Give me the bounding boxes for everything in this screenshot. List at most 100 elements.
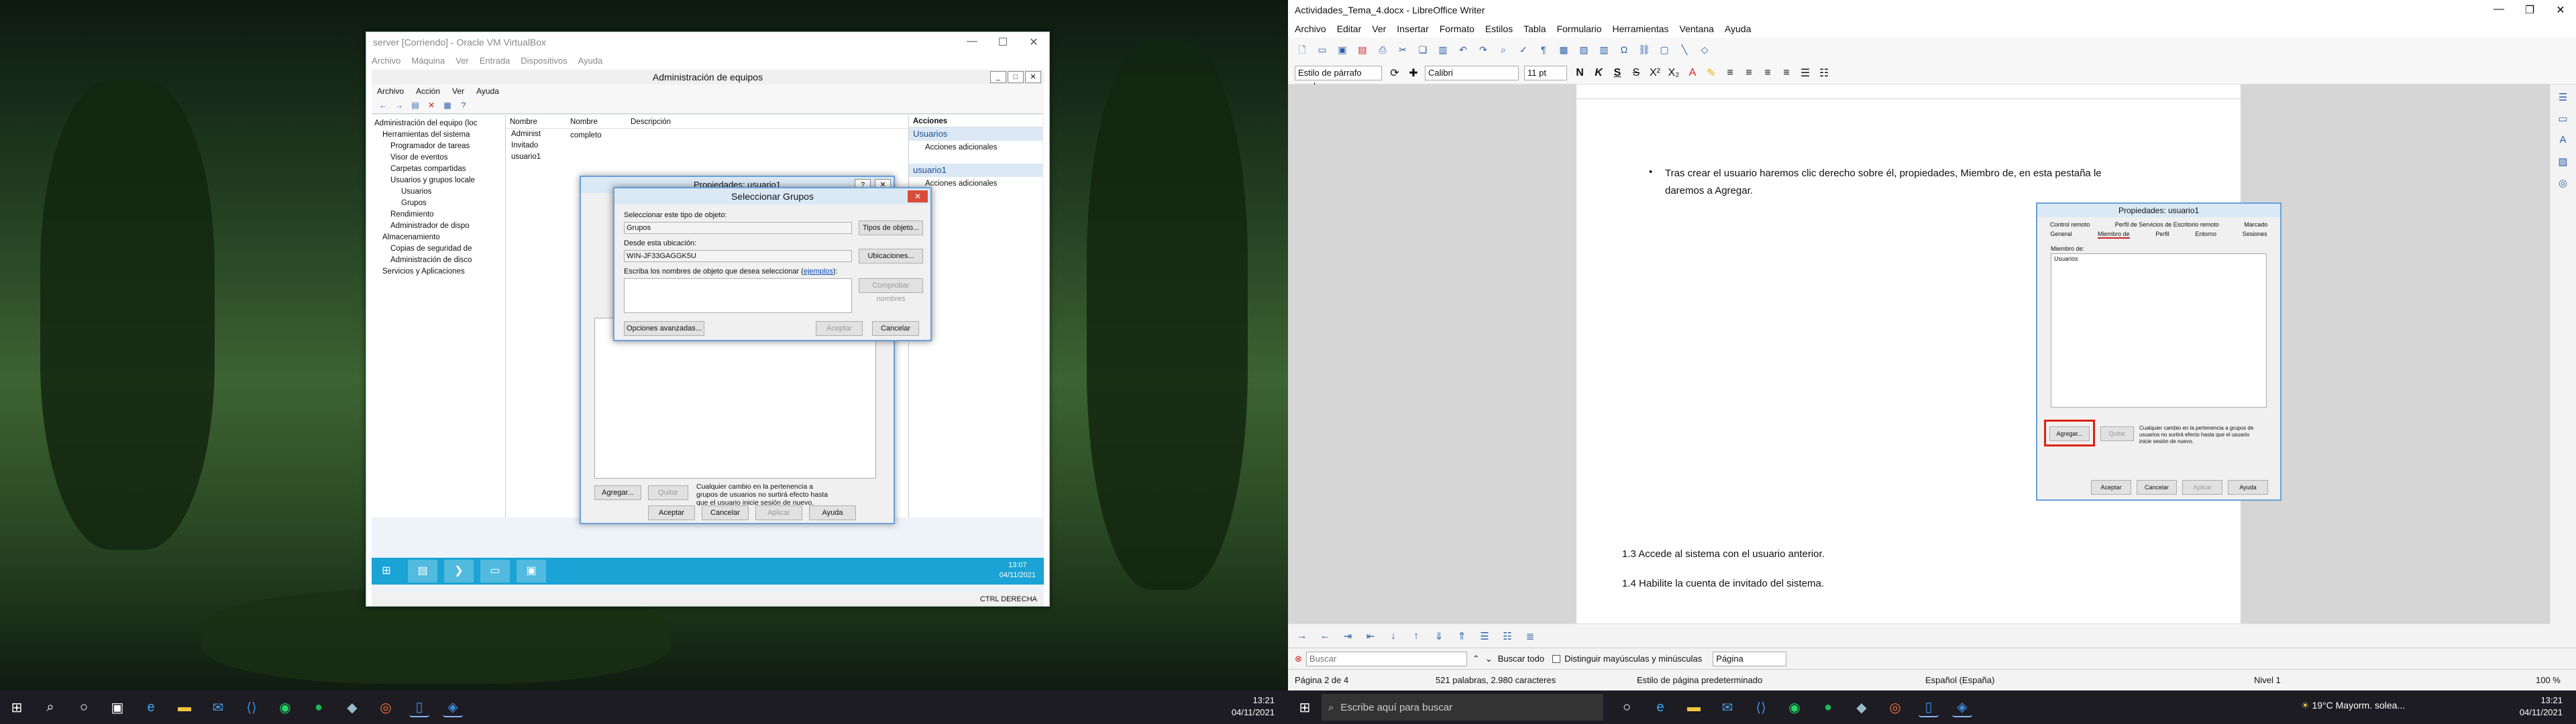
vscode-icon[interactable]: ⟨⟩ [1751,697,1771,717]
navigator-icon[interactable]: ◎ [2556,177,2571,192]
server-manager-icon[interactable]: ▤ [408,560,437,583]
windows-start-icon[interactable]: ⊞ [7,697,27,717]
member-list[interactable] [594,318,876,479]
properties-icon[interactable]: ☰ [2556,91,2571,106]
file-explorer-icon[interactable]: ▬ [174,697,195,717]
vbox-menu-ver[interactable]: Ver [455,56,469,66]
spelling-icon[interactable]: ✓ [1516,42,1531,57]
restart-numbering-icon[interactable]: ☷ [1500,630,1515,642]
align-right-icon[interactable]: ≡ [1760,67,1775,79]
tree-item[interactable]: Programador de tareas [372,141,505,152]
menu-ventana[interactable]: Ventana [1680,23,1714,34]
embedded-screenshot[interactable]: Propiedades: usuario1 Control remoto Per… [2036,202,2282,501]
mail-icon[interactable]: ✉ [208,697,228,717]
vbox-menu-dispositivos[interactable]: Dispositivos [521,56,567,66]
subscript-icon[interactable]: X₂ [1666,67,1681,79]
forward-icon[interactable]: → [393,101,405,111]
table-icon[interactable]: ▦ [1556,42,1571,57]
menu-formulario[interactable]: Formulario [1557,23,1602,34]
find-replace-icon[interactable]: ⌕ [1496,42,1511,57]
spotify-icon[interactable]: ● [1818,697,1838,717]
line-icon[interactable]: ╲ [1677,42,1692,57]
bold-icon[interactable]: N [1572,67,1587,79]
pilcrow-icon[interactable]: ¶ [1536,42,1551,57]
help-button[interactable]: Ayuda [809,505,856,520]
page-icon[interactable]: ▭ [2556,113,2571,127]
demote-icon[interactable]: → [1295,630,1309,642]
move-up-sub-icon[interactable]: ⇑ [1454,630,1469,642]
chart-icon[interactable]: ▥ [1597,42,1611,57]
virtualbox-running-icon[interactable]: ◈ [1952,697,1972,717]
redo-icon[interactable]: ↷ [1476,42,1491,57]
examples-link[interactable]: ejemplos [804,267,833,276]
actions-item[interactable]: Acciones adicionales [909,141,1042,154]
export-pdf-icon[interactable]: ▤ [1355,42,1370,57]
tree-item[interactable]: Usuarios y grupos locale [372,175,505,186]
list-item[interactable]: Administ [506,129,908,140]
insert-unnumbered-icon[interactable]: ☰ [1477,630,1492,642]
taskbar-search-box[interactable]: ⌕ Escribe aquí para buscar [1322,694,1603,721]
check-names-button[interactable]: Comprobar nombres [859,278,923,303]
add-button[interactable]: Agregar... [594,485,641,500]
zoom-level[interactable]: 100 % [2536,675,2561,685]
delete-icon[interactable]: ✕ [425,101,437,111]
tree-item[interactable]: Grupos [372,198,505,209]
restore-icon[interactable]: ❐ [2514,3,2545,17]
maximize-icon[interactable]: □ [1008,71,1024,83]
tree-item[interactable]: Visor de eventos [372,152,505,164]
font-size-combo[interactable]: 11 pt [1524,65,1567,80]
computer-management-icon[interactable]: ▣ [517,560,546,583]
powershell-icon[interactable]: ❯ [444,560,474,583]
find-scope-combo[interactable]: Página [1713,651,1787,666]
vbox-menu-ayuda[interactable]: Ayuda [578,56,603,66]
menu-editar[interactable]: Editar [1337,23,1362,34]
paste-icon[interactable]: ▥ [1436,42,1450,57]
paragraph-style-combo[interactable]: Estilo de párrafo prede [1295,65,1382,91]
new-icon[interactable]: 🗋 [1295,42,1309,57]
underline-icon[interactable]: S [1610,67,1625,79]
open-icon[interactable]: ▭ [1315,42,1330,57]
font-combo[interactable]: Calibri [1425,65,1519,80]
horizontal-ruler[interactable] [1576,84,2241,99]
link-icon[interactable]: ⛓ [1637,42,1652,57]
search-icon[interactable]: ⌕ [40,697,60,717]
virtualbox-icon[interactable]: ◆ [1851,697,1872,717]
folder-icon[interactable]: ▤ [409,101,421,111]
menu-ayuda[interactable]: Ayuda [1725,23,1751,34]
whatsapp-icon[interactable]: ◉ [275,697,295,717]
maximize-icon[interactable]: ☐ [987,36,1018,49]
shapes-icon[interactable]: ◇ [1697,42,1712,57]
apply-button[interactable]: Aplicar [755,505,802,520]
menu-formato[interactable]: Formato [1440,23,1474,34]
writer-icon[interactable]: ▯ [409,697,429,717]
match-case-checkbox[interactable] [1552,654,1561,663]
list-item[interactable]: Invitado [506,140,908,152]
mmc-menu-accion[interactable]: Acción [416,86,440,96]
ok-button[interactable]: Aceptar [816,321,863,336]
windows-start-icon[interactable]: ⊞ [372,560,401,583]
gallery-icon[interactable]: ▨ [2556,156,2571,170]
cancel-button[interactable]: Cancelar [872,321,919,336]
undo-icon[interactable]: ↶ [1456,42,1470,57]
mail-icon[interactable]: ✉ [1717,697,1737,717]
mmc-menu-ayuda[interactable]: Ayuda [476,86,499,96]
minimize-icon[interactable]: — [2483,3,2514,17]
column-header[interactable]: Nombre completo [566,115,627,139]
comment-icon[interactable]: ▢ [1657,42,1672,57]
windows-start-icon[interactable]: ⊞ [1295,697,1315,717]
align-left-icon[interactable]: ≡ [1723,67,1737,79]
tree-item[interactable]: Servicios y Aplicaciones [372,266,505,278]
numbering-icon[interactable]: ☷ [1817,66,1831,80]
strikethrough-icon[interactable]: S [1629,67,1644,79]
vbox-menu-maquina[interactable]: Máquina [411,56,445,66]
vscode-icon[interactable]: ⟨⟩ [241,697,262,717]
find-previous-icon[interactable]: ⌃ [1472,654,1480,664]
highlight-icon[interactable]: ✎ [1704,66,1719,80]
language[interactable]: Español (España) [1925,675,1994,685]
update-style-icon[interactable]: ⟳ [1387,66,1402,80]
tree-item[interactable]: Copias de seguridad de [372,243,505,255]
save-icon[interactable]: ▣ [1335,42,1350,57]
menu-ver[interactable]: Ver [1372,23,1386,34]
edge-icon[interactable]: e [141,697,161,717]
menu-insertar[interactable]: Insertar [1397,23,1428,34]
